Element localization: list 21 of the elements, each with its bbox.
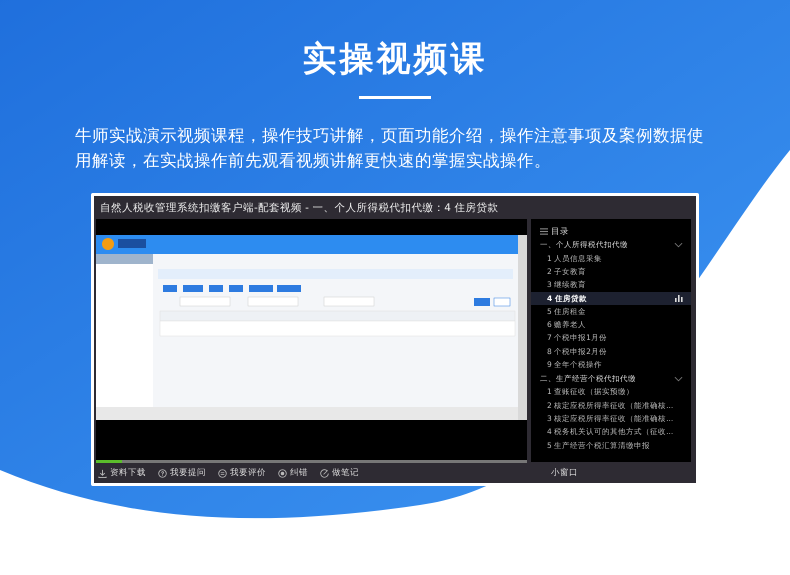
playing-icon <box>675 295 683 302</box>
video-title: 自然人税收管理系统扣缴客户端-配套视频 - 一、个人所得税代扣代缴：4 住房贷款 <box>99 201 500 216</box>
pen-icon <box>320 468 329 478</box>
catalog-title: 目录 <box>551 226 569 238</box>
target-icon <box>278 468 287 478</box>
toolbar-button[interactable]: 资料下载 <box>98 467 146 479</box>
intro-paragraph: 牛师实战演示视频课程，操作技巧讲解，页面功能介绍，操作注意事项及案例数据使用解读，在实战操作前先观看视频讲解更快速的掌握实战操作。 <box>75 125 705 172</box>
toolbar-button[interactable]: 做笔记 <box>320 467 359 479</box>
toolbar-button[interactable]: 我要提问 <box>158 467 206 479</box>
title-underline <box>359 96 431 99</box>
mini-window-button[interactable]: 小窗口 <box>551 467 578 479</box>
download-icon <box>98 468 107 478</box>
chevron-icon <box>674 376 683 382</box>
page-title: 实操视频课 <box>302 38 488 81</box>
list-icon <box>540 228 548 235</box>
comment-icon <box>218 468 227 478</box>
chevron-icon <box>674 242 683 248</box>
toolbar-button[interactable]: 纠错 <box>278 467 308 479</box>
question-icon <box>158 468 167 478</box>
progress-bar[interactable] <box>96 460 527 463</box>
toolbar-button[interactable]: 我要评价 <box>218 467 266 479</box>
